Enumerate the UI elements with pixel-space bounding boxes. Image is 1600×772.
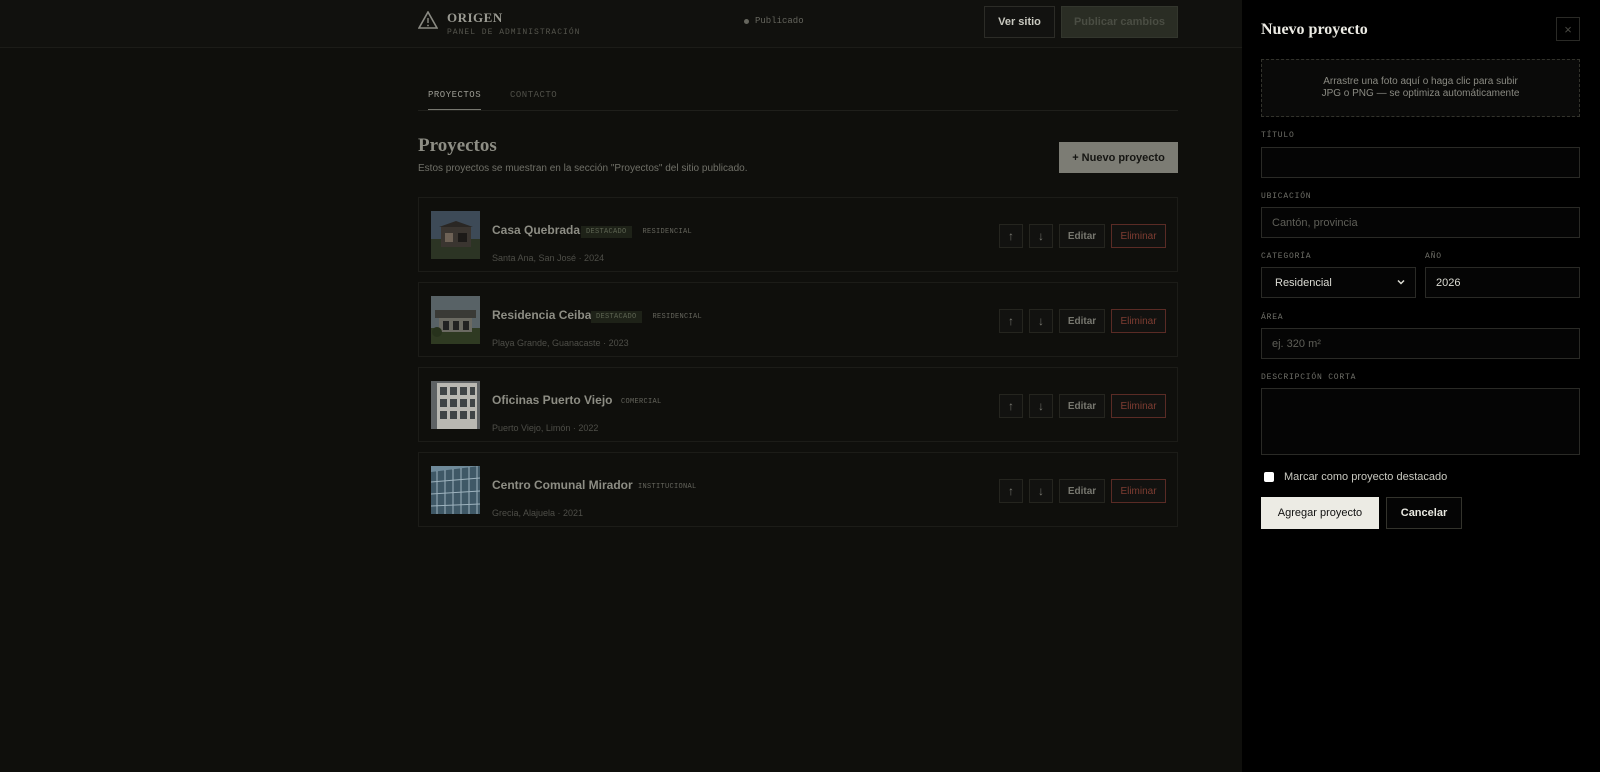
categoria-select[interactable]: Residencial [1261,267,1416,298]
delete-button[interactable]: Eliminar [1111,394,1166,418]
move-down-button[interactable]: ↓ [1029,479,1053,503]
edit-button[interactable]: Editar [1059,309,1105,333]
featured-checkbox[interactable] [1264,472,1274,482]
project-thumbnail [431,381,480,429]
project-row: Casa Quebrada DESTACADO RESIDENCIAL Sant… [418,197,1178,272]
project-meta: Santa Ana, San José · 2024 [492,253,605,263]
tab-bar: PROYECTOS CONTACTO [418,84,1178,111]
featured-checkbox-row[interactable]: Marcar como proyecto destacado [1264,471,1447,483]
descripcion-label: DESCRIPCIÓN CORTA [1261,373,1357,382]
move-down-button[interactable]: ↓ [1029,309,1053,333]
status-text: Publicado [755,16,804,26]
new-project-panel: Nuevo proyecto × Arrastre una foto aquí … [1242,0,1600,772]
project-row: Oficinas Puerto Viejo COMERCIAL Puerto V… [418,367,1178,442]
project-meta: Playa Grande, Guanacaste · 2023 [492,338,629,348]
project-title: Casa Quebrada [492,223,581,237]
project-thumbnail [431,296,480,344]
move-down-button[interactable]: ↓ [1029,394,1053,418]
project-meta: Puerto Viejo, Limón · 2022 [492,423,599,433]
edit-button[interactable]: Editar [1059,479,1105,503]
project-badges: COMERCIAL [616,396,667,408]
page-title: Proyectos [418,135,497,156]
brand[interactable]: ORIGEN PANEL DE ADMINISTRACIÓN [418,10,580,37]
categoria-label: CATEGORÍA [1261,252,1312,261]
view-site-button[interactable]: Ver sitio [984,6,1055,38]
move-up-button[interactable]: ↑ [999,394,1023,418]
ubicacion-label: UBICACIÓN [1261,192,1312,201]
project-thumbnail [431,466,480,514]
publish-status: Publicado [744,16,804,26]
panel-title: Nuevo proyecto [1261,21,1368,38]
close-icon[interactable]: × [1556,17,1580,41]
chevron-down-icon [1397,279,1405,285]
project-thumbnail [431,211,480,259]
move-down-button[interactable]: ↓ [1029,224,1053,248]
area-input[interactable]: ej. 320 m² [1261,328,1580,359]
project-title: Oficinas Puerto Viejo [492,393,613,407]
featured-badge: DESTACADO [581,226,632,238]
featured-badge: DESTACADO [591,311,642,323]
project-meta: Grecia, Alajuela · 2021 [492,508,584,518]
brand-subtitle: PANEL DE ADMINISTRACIÓN [447,28,581,37]
delete-button[interactable]: Eliminar [1111,309,1166,333]
delete-button[interactable]: Eliminar [1111,479,1166,503]
new-project-button[interactable]: + Nuevo proyecto [1059,142,1178,173]
edit-button[interactable]: Editar [1059,224,1105,248]
top-bar: ORIGEN PANEL DE ADMINISTRACIÓN Publicado… [0,0,1242,48]
move-up-button[interactable]: ↑ [999,224,1023,248]
descripcion-textarea[interactable] [1261,388,1580,455]
dropzone-formats: JPG o PNG — se optimiza automáticamente [1321,88,1520,99]
category-badge: COMERCIAL [621,398,662,406]
warning-triangle-icon [418,11,438,29]
project-badges: INSTITUCIONAL [633,481,702,493]
page-description: Estos proyectos se muestran en la secció… [418,163,748,174]
categoria-value: Residencial [1275,276,1332,289]
add-project-button[interactable]: Agregar proyecto [1261,497,1379,529]
titulo-input[interactable] [1261,147,1580,178]
area-label: ÁREA [1261,313,1284,322]
status-dot-icon [744,18,749,24]
project-row: Centro Comunal Mirador INSTITUCIONAL Gre… [418,452,1178,527]
brand-name: ORIGEN [447,10,503,25]
category-badge: RESIDENCIAL [652,313,703,321]
category-badge: INSTITUCIONAL [638,483,697,491]
project-badges: DESTACADO RESIDENCIAL [581,226,697,238]
edit-button[interactable]: Editar [1059,394,1105,418]
featured-checkbox-label: Marcar como proyecto destacado [1284,471,1448,483]
tab-proyectos[interactable]: PROYECTOS [428,90,482,110]
ubicacion-input[interactable]: Cantón, provincia [1261,207,1580,238]
cancel-button[interactable]: Cancelar [1386,497,1462,529]
project-title: Residencia Ceiba [492,308,592,322]
anio-label: AÑO [1425,252,1442,261]
move-up-button[interactable]: ↑ [999,479,1023,503]
move-up-button[interactable]: ↑ [999,309,1023,333]
project-badges: DESTACADO RESIDENCIAL [591,311,707,323]
anio-input[interactable]: 2026 [1425,267,1580,298]
photo-dropzone[interactable]: Arrastre una foto aquí o haga clic para … [1261,59,1580,117]
delete-button[interactable]: Eliminar [1111,224,1166,248]
dropzone-instructions: Arrastre una foto aquí o haga clic para … [1323,76,1518,87]
project-title: Centro Comunal Mirador [492,478,633,492]
project-row: Residencia Ceiba DESTACADO RESIDENCIAL P… [418,282,1178,357]
category-badge: RESIDENCIAL [642,228,693,236]
publish-button[interactable]: Publicar cambios [1061,6,1178,38]
tab-contacto[interactable]: CONTACTO [510,90,557,100]
titulo-label: TÍTULO [1261,131,1295,140]
